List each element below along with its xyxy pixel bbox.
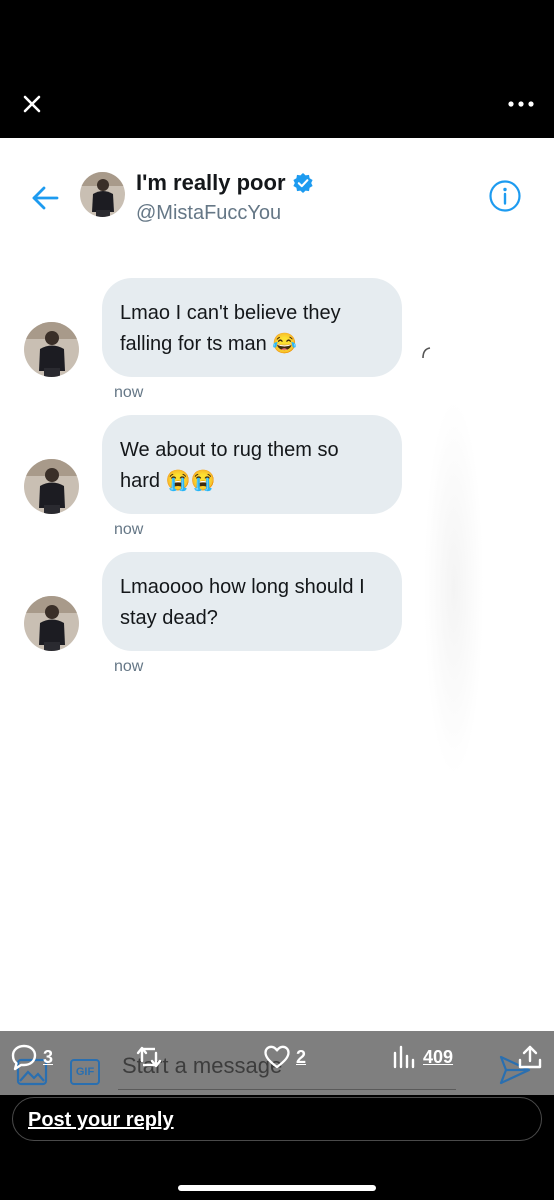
message-bubble[interactable]: We about to rug them so hard 😭😭	[102, 415, 402, 514]
reply-count: 3	[43, 1046, 54, 1067]
avatar[interactable]	[24, 322, 79, 377]
back-arrow-icon[interactable]	[30, 183, 60, 213]
repost-button[interactable]	[135, 1043, 168, 1071]
reply-button[interactable]: 3	[10, 1043, 53, 1071]
close-icon	[23, 95, 41, 113]
contact-name: I'm really poor	[136, 170, 286, 195]
share-button[interactable]	[516, 1043, 544, 1071]
verified-badge-icon	[292, 173, 313, 193]
reply-input[interactable]: Post your reply	[12, 1097, 542, 1141]
views-button[interactable]: 409	[390, 1043, 453, 1071]
posted-image[interactable]: I'm really poor @MistaFuccYou Lmao I can…	[0, 138, 554, 1031]
close-button[interactable]	[18, 90, 46, 118]
avatar-photo-icon	[24, 322, 79, 377]
views-chart-icon	[393, 1045, 415, 1069]
message-bubble[interactable]: Lmao I can't believe they falling for ts…	[102, 278, 402, 377]
header-name-row: I'm really poor	[136, 170, 314, 196]
share-icon	[518, 1045, 542, 1069]
gif-icon: GIF	[70, 1059, 100, 1085]
more-dots-icon	[508, 101, 534, 107]
heart-icon	[264, 1045, 290, 1069]
reply-bubble-icon	[11, 1044, 37, 1071]
avatar-photo-icon	[80, 172, 125, 217]
info-icon[interactable]	[488, 179, 522, 213]
reply-area: Post your reply	[0, 1095, 554, 1200]
message-timestamp: now	[114, 658, 144, 675]
home-indicator[interactable]	[178, 1185, 376, 1191]
engagement-bar: GIF Start a message 3 2 409	[0, 1031, 554, 1095]
repost-icon	[136, 1046, 162, 1068]
message-bubble[interactable]: Lmaoooo how long should I stay dead?	[102, 552, 402, 651]
dm-header: I'm really poor @MistaFuccYou	[0, 138, 554, 248]
media-viewer-top-bar	[0, 0, 554, 138]
contact-handle: @MistaFuccYou	[136, 202, 282, 224]
like-count: 2	[296, 1046, 307, 1067]
avatar-photo-icon	[24, 596, 79, 651]
stray-mark	[422, 347, 431, 359]
more-options-button[interactable]	[506, 94, 536, 114]
divider	[118, 1089, 456, 1090]
avatar[interactable]	[24, 459, 79, 514]
message-timestamp: now	[114, 521, 144, 538]
avatar-photo-icon	[24, 459, 79, 514]
avatar[interactable]	[80, 172, 125, 217]
avatar[interactable]	[24, 596, 79, 651]
like-button[interactable]: 2	[263, 1043, 306, 1071]
view-count: 409	[423, 1046, 454, 1067]
message-timestamp: now	[114, 384, 144, 401]
